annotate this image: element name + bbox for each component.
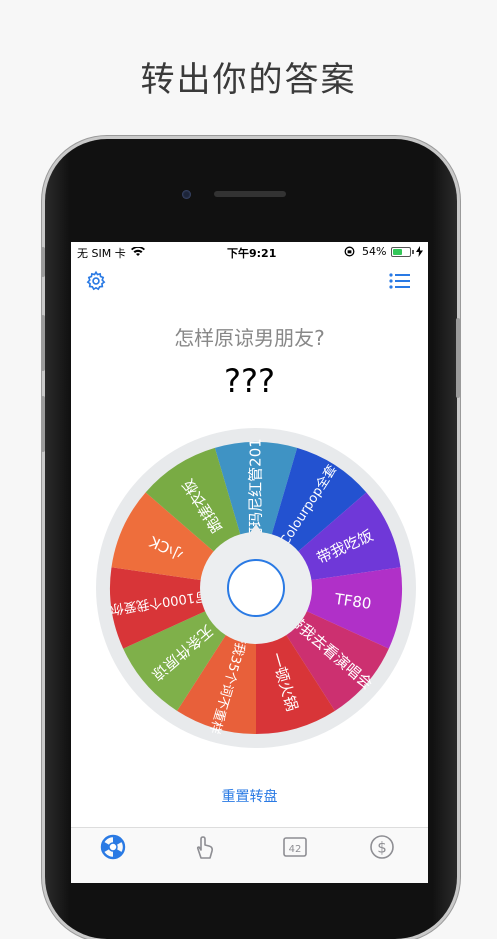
power-button [456,318,460,398]
earpiece-speaker [214,191,286,197]
carrier-label: 无 SIM 卡 [77,247,126,260]
tab-wheel[interactable] [100,834,130,864]
spin-button[interactable] [227,559,285,617]
list-icon [389,273,410,289]
tab-number[interactable]: 42 [282,834,312,864]
tab-dollar[interactable]: $ [369,834,399,864]
charging-bolt-icon [416,246,423,257]
app-screen: 无 SIM 卡 下午9:21 54% 怎样原谅男朋友? ??? 阿玛尼红管201… [71,242,428,883]
question-title: 怎样原谅男朋友? [174,326,325,350]
dollar-icon: $ [370,835,394,859]
front-camera [182,190,191,199]
wheel-icon [100,834,126,860]
battery-percent: 54% [362,245,387,258]
volume-up-button [41,315,45,371]
volume-down-button [41,396,45,452]
gear-icon [86,270,106,291]
svg-text:$: $ [377,839,387,857]
settings-button[interactable] [85,270,107,296]
tap-hand-icon [196,836,213,859]
spin-wheel[interactable]: 阿玛尼红管201 Colourpop全套带我吃饭TF80带我去看演唱会一顿火锅夸我… [96,428,416,748]
rotation-lock-icon [344,246,355,257]
list-button[interactable] [389,272,411,294]
wifi-icon [131,247,145,256]
tab-tap[interactable] [192,834,222,864]
reset-wheel-button[interactable]: 重置转盘 [71,786,428,806]
status-bar: 无 SIM 卡 下午9:21 54% [71,242,428,262]
status-time: 下午9:21 [227,247,277,260]
tab-bar: 42 $ [71,827,428,883]
battery-icon [391,247,411,257]
mute-switch [41,247,45,277]
number-icon-label: 42 [289,844,302,855]
number-icon: 42 [283,837,307,857]
headline: 转出你的答案 [140,60,357,100]
answer-display: ??? [224,362,275,400]
